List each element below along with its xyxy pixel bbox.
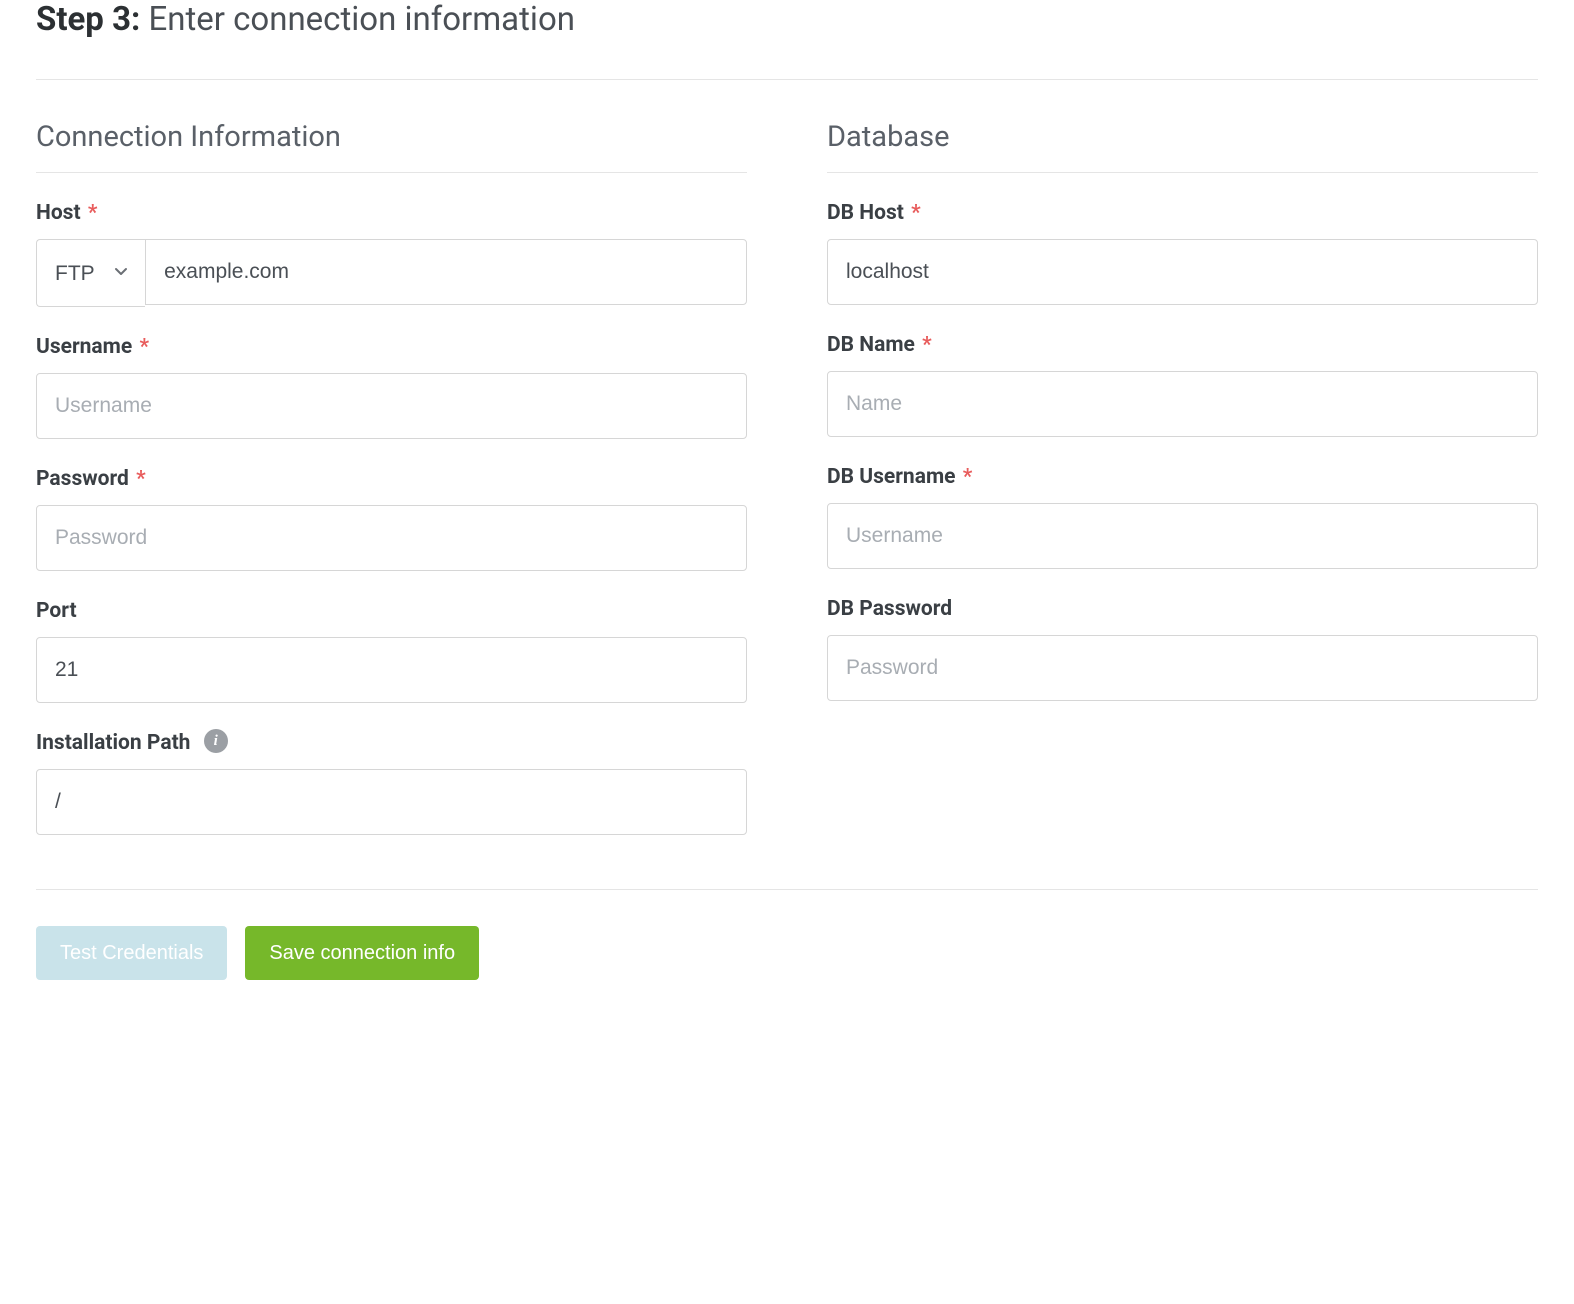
- step-header: Step 3: Enter connection information: [36, 0, 1538, 80]
- db-host-group: DB Host *: [827, 201, 1538, 305]
- db-host-label: DB Host *: [827, 201, 1538, 225]
- info-icon[interactable]: i: [204, 729, 228, 753]
- db-password-input[interactable]: [827, 635, 1538, 701]
- host-label-text: Host: [36, 201, 81, 225]
- install-path-label-text: Installation Path: [36, 731, 190, 755]
- connection-column: Connection Information Host * FTP: [36, 120, 747, 863]
- db-username-group: DB Username *: [827, 465, 1538, 569]
- connection-section-title: Connection Information: [36, 120, 747, 173]
- db-name-group: DB Name *: [827, 333, 1538, 437]
- required-star: *: [139, 335, 149, 359]
- db-name-input[interactable]: [827, 371, 1538, 437]
- save-connection-button[interactable]: Save connection info: [245, 926, 479, 980]
- database-column: Database DB Host * DB Name *: [827, 120, 1538, 863]
- password-input[interactable]: [36, 505, 747, 571]
- db-password-label-text: DB Password: [827, 597, 952, 621]
- db-username-input[interactable]: [827, 503, 1538, 569]
- button-row: Test Credentials Save connection info: [36, 926, 1538, 980]
- port-label: Port: [36, 599, 747, 623]
- install-path-input[interactable]: [36, 769, 747, 835]
- install-path-label: Installation Path i: [36, 731, 747, 755]
- footer-divider: [36, 889, 1538, 890]
- protocol-select[interactable]: FTP: [37, 240, 145, 306]
- port-input[interactable]: [36, 637, 747, 703]
- db-host-input[interactable]: [827, 239, 1538, 305]
- required-star: *: [136, 467, 146, 491]
- port-group: Port: [36, 599, 747, 703]
- required-star: *: [911, 201, 921, 225]
- required-star: *: [963, 465, 973, 489]
- username-input[interactable]: [36, 373, 747, 439]
- username-label: Username *: [36, 335, 747, 359]
- username-group: Username *: [36, 335, 747, 439]
- password-group: Password *: [36, 467, 747, 571]
- db-password-group: DB Password: [827, 597, 1538, 701]
- test-credentials-button[interactable]: Test Credentials: [36, 926, 227, 980]
- step-number: Step 3:: [36, 0, 140, 39]
- database-section-title: Database: [827, 120, 1538, 173]
- step-title: Enter connection information: [149, 0, 576, 39]
- required-star: *: [88, 201, 98, 225]
- install-path-group: Installation Path i: [36, 731, 747, 835]
- host-group: Host * FTP: [36, 201, 747, 307]
- required-star: *: [922, 333, 932, 357]
- port-label-text: Port: [36, 599, 77, 623]
- db-username-label: DB Username *: [827, 465, 1538, 489]
- db-name-label-text: DB Name: [827, 333, 915, 357]
- host-label: Host *: [36, 201, 747, 225]
- db-host-label-text: DB Host: [827, 201, 904, 225]
- db-username-label-text: DB Username: [827, 465, 955, 489]
- password-label: Password *: [36, 467, 747, 491]
- username-label-text: Username: [36, 335, 132, 359]
- host-input[interactable]: [145, 239, 747, 305]
- protocol-select-wrap[interactable]: FTP: [36, 239, 145, 307]
- password-label-text: Password: [36, 467, 129, 491]
- db-name-label: DB Name *: [827, 333, 1538, 357]
- db-password-label: DB Password: [827, 597, 1538, 621]
